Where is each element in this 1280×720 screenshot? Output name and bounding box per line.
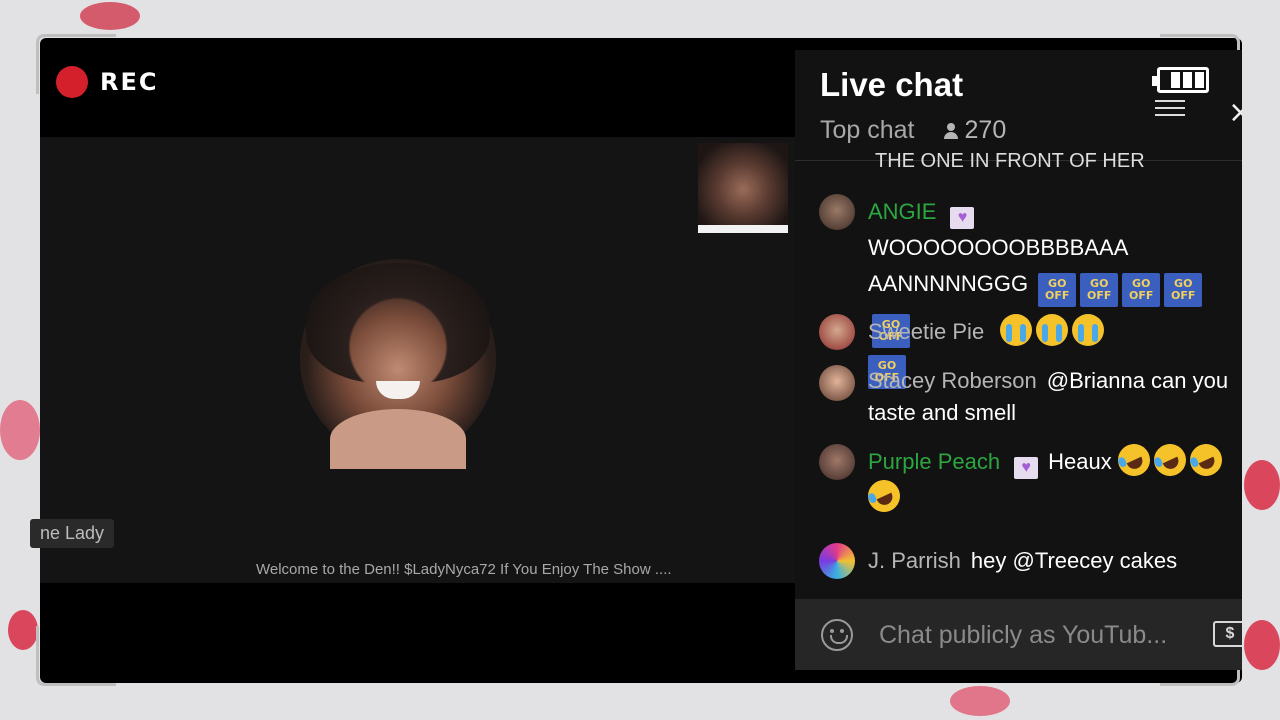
frame-corner <box>36 626 116 686</box>
user-avatar[interactable] <box>819 314 855 350</box>
cut-off-message: THE ONE IN FRONT OF HER <box>875 150 1145 172</box>
message-author[interactable]: J. Parrish <box>868 548 961 573</box>
loudly-crying-face-icon <box>1072 314 1105 346</box>
avatar-hair <box>306 263 490 383</box>
loudly-crying-face-icon <box>1000 314 1033 346</box>
avatar-shoulders <box>330 409 466 469</box>
live-chat-panel: Live chat Top chat 270 × THE ONE IN FRON… <box>795 50 1242 670</box>
battery-icon <box>1152 67 1209 93</box>
user-avatar[interactable] <box>819 194 855 230</box>
blossom-decoration <box>950 686 1010 716</box>
chat-message[interactable]: Stacey Roberson @Brianna can you taste an… <box>819 365 1242 429</box>
viewer-count-value: 270 <box>964 116 1007 144</box>
participant-name-tag: ne Lady <box>30 519 115 548</box>
rolling-on-floor-laughing-icon <box>862 474 906 518</box>
host-avatar <box>300 259 496 469</box>
record-dot-icon <box>56 66 88 98</box>
user-avatar[interactable] <box>819 365 855 401</box>
loudly-crying-face-icon <box>1036 314 1069 346</box>
go-off-emote-icon: GO OFF <box>1164 273 1203 307</box>
member-heart-icon: ♥ <box>950 207 975 229</box>
message-author[interactable]: ANGIE <box>868 199 936 224</box>
chat-input[interactable] <box>879 617 1199 653</box>
message-author[interactable]: Purple Peach <box>868 449 1000 474</box>
person-icon <box>943 122 959 139</box>
rolling-on-floor-laughing-icon <box>1184 438 1228 482</box>
avatar-smile <box>376 381 420 399</box>
super-chat-dollar-icon[interactable]: $ <box>1213 621 1242 647</box>
chat-message[interactable]: Purple Peach ♥ Heaux <box>819 438 1242 518</box>
blossom-decoration <box>8 610 38 650</box>
chat-message[interactable]: Sweetie Pie <box>819 314 1242 350</box>
rec-label: REC <box>100 68 159 96</box>
message-text: hey @Treecey cakes <box>970 548 1178 573</box>
ticker-text: Welcome to the Den!! $LadyNyca72 If You … <box>256 561 672 578</box>
chat-subheader: Top chat 270 <box>820 116 1006 145</box>
chat-message[interactable]: J. Parrish hey @Treecey cakes <box>819 543 1242 579</box>
rolling-on-floor-laughing-icon <box>1148 438 1192 482</box>
go-off-emote-icon: GO OFF <box>1080 273 1119 307</box>
go-off-emote-icon: GO OFF <box>1038 273 1077 307</box>
rolling-on-floor-laughing-icon <box>1112 438 1156 482</box>
filter-icon[interactable] <box>1155 100 1185 118</box>
blossom-decoration <box>1244 620 1280 670</box>
emoji-picker-icon[interactable] <box>821 619 853 651</box>
chat-composer: $ <box>795 599 1242 670</box>
message-author[interactable]: Sweetie Pie <box>868 319 984 344</box>
message-author[interactable]: Stacey Roberson <box>868 368 1037 393</box>
user-avatar[interactable] <box>819 543 855 579</box>
viewer-count: 270 <box>943 116 1007 145</box>
blossom-decoration <box>0 400 40 460</box>
video-player[interactable]: ne Lady Welcome to the Den!! $LadyNyca72… <box>30 137 795 583</box>
close-icon[interactable]: × <box>1228 98 1242 128</box>
member-heart-icon: ♥ <box>1014 457 1039 479</box>
message-text: Heaux <box>1048 449 1112 474</box>
chat-title: Live chat <box>820 66 964 103</box>
guest-thumbnail[interactable] <box>698 143 788 227</box>
go-off-emote-icon: GO OFF <box>1122 273 1161 307</box>
chat-message[interactable]: ANGIE ♥WOOOOOOOOBBBBAAA AANNNNNGGG GO OFFG… <box>819 194 1242 389</box>
blossom-decoration <box>1244 460 1280 510</box>
chat-mode-dropdown[interactable]: Top chat <box>820 116 915 145</box>
guest-thumbnail-bar <box>698 225 788 233</box>
recording-indicator: REC <box>56 66 159 98</box>
user-avatar[interactable] <box>819 444 855 480</box>
blossom-decoration <box>80 2 140 30</box>
